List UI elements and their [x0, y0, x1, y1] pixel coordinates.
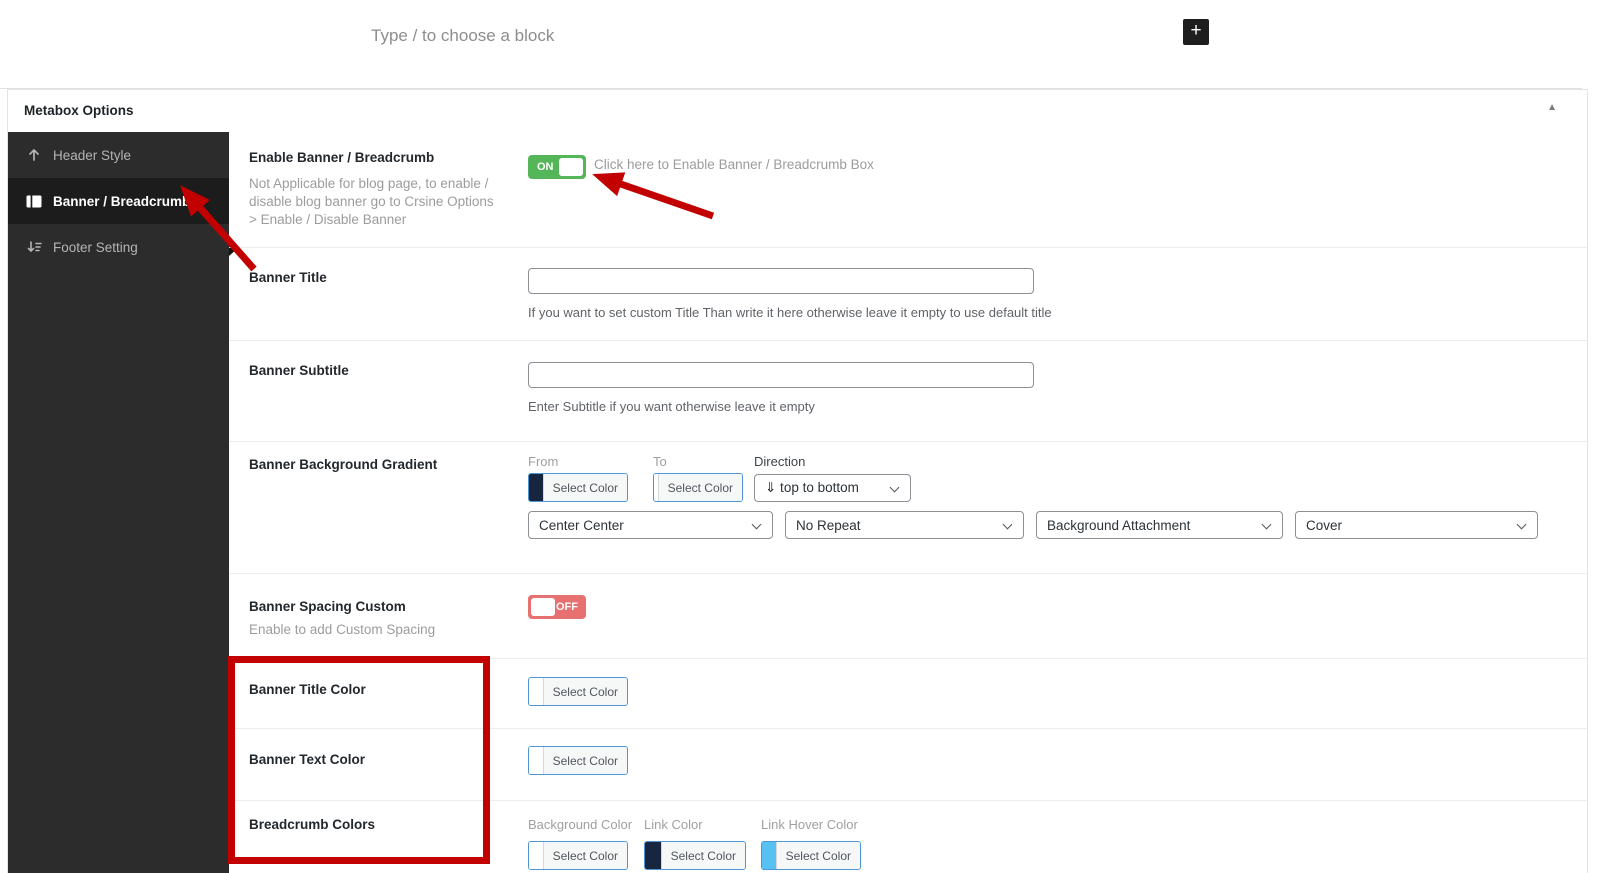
- field-label: Banner Text Color: [249, 752, 366, 767]
- select-color-button[interactable]: Select Color: [658, 474, 742, 501]
- banner-text-color-picker[interactable]: Select Color: [528, 746, 628, 775]
- background-size-select[interactable]: Cover: [1295, 511, 1538, 539]
- select-value: No Repeat: [796, 517, 861, 533]
- plus-icon: +: [1190, 20, 1202, 41]
- gradient-direction-select[interactable]: ⇓ top to bottom: [754, 474, 911, 502]
- toggle-knob: [559, 158, 583, 176]
- chevron-down-icon: [751, 519, 762, 530]
- block-inserter-placeholder[interactable]: Type / to choose a block: [371, 26, 554, 46]
- columns-icon: [26, 194, 42, 208]
- select-color-button[interactable]: Select Color: [543, 678, 627, 705]
- sidebar-item-footer-setting[interactable]: Footer Setting: [8, 224, 229, 270]
- row-banner-title: Banner Title If you want to set custom T…: [229, 247, 1587, 340]
- breadcrumb-background-color-picker[interactable]: Select Color: [528, 841, 628, 870]
- color-swatch: [529, 474, 544, 501]
- row-breadcrumb-colors: Breadcrumb Colors Background Color Link …: [229, 800, 1587, 873]
- select-color-button[interactable]: Select Color: [543, 842, 627, 869]
- field-help: Enter Subtitle if you want otherwise lea…: [528, 399, 815, 414]
- select-color-button[interactable]: Select Color: [543, 474, 627, 501]
- row-banner-subtitle: Banner Subtitle Enter Subtitle if you wa…: [229, 340, 1587, 441]
- chevron-down-icon: [1516, 519, 1527, 530]
- chevron-down-icon: [889, 482, 900, 493]
- chevron-down-icon: [1002, 519, 1013, 530]
- from-label: From: [528, 454, 559, 469]
- row-spacing-custom: Banner Spacing Custom Enable to add Cust…: [229, 573, 1587, 658]
- field-label: Breadcrumb Colors: [249, 817, 376, 832]
- field-label: Banner Background Gradient: [249, 457, 438, 472]
- color-swatch: [762, 842, 777, 869]
- toggle-on-label: ON: [537, 161, 554, 173]
- row-background-gradient: Banner Background Gradient From Select C…: [229, 441, 1587, 573]
- banner-title-input[interactable]: [528, 268, 1034, 294]
- sidebar-item-header-style[interactable]: Header Style: [8, 132, 229, 178]
- spacing-custom-toggle[interactable]: OFF: [528, 595, 586, 619]
- background-color-label: Background Color: [528, 817, 633, 832]
- breadcrumb-link-color-picker[interactable]: Select Color: [644, 841, 746, 870]
- metabox-title: Metabox Options: [24, 103, 134, 118]
- link-hover-color-label: Link Hover Color: [761, 817, 858, 832]
- row-enable-banner: Enable Banner / Breadcrumb Not Applicabl…: [229, 132, 1587, 247]
- select-color-button[interactable]: Select Color: [543, 747, 627, 774]
- background-attachment-select[interactable]: Background Attachment: [1036, 511, 1283, 539]
- sidebar-item-label: Banner / Breadcrumb: [53, 193, 191, 209]
- metabox-header: Metabox Options ▲: [8, 90, 1587, 132]
- background-position-select[interactable]: Center Center: [528, 511, 773, 539]
- field-label: Enable Banner / Breadcrumb: [249, 150, 435, 165]
- field-description: Enable to add Custom Spacing: [249, 622, 436, 637]
- color-swatch: [645, 842, 662, 869]
- row-banner-text-color: Banner Text Color Select Color: [229, 728, 1587, 800]
- select-color-button[interactable]: Select Color: [661, 842, 745, 869]
- metabox-panel: Metabox Options ▲ Header Style Banner / …: [7, 89, 1588, 873]
- enable-banner-toggle[interactable]: ON: [528, 155, 586, 179]
- field-description: Not Applicable for blog page, to enable …: [249, 176, 494, 227]
- select-value: Cover: [1306, 517, 1343, 533]
- add-block-button[interactable]: +: [1183, 19, 1209, 45]
- toggle-off-label: OFF: [556, 601, 578, 613]
- color-swatch: [529, 747, 544, 774]
- toggle-knob: [531, 598, 555, 616]
- color-swatch: [529, 842, 544, 869]
- direction-label: Direction: [754, 454, 806, 469]
- sidebar-item-label: Footer Setting: [53, 239, 138, 255]
- select-value: Background Attachment: [1047, 517, 1191, 533]
- collapse-panel-icon[interactable]: ▲: [1547, 102, 1557, 113]
- field-label: Banner Spacing Custom: [249, 599, 406, 614]
- color-swatch: [529, 678, 544, 705]
- link-color-label: Link Color: [644, 817, 703, 832]
- breadcrumb-link-hover-color-picker[interactable]: Select Color: [761, 841, 861, 870]
- select-value: Center Center: [539, 517, 624, 533]
- gradient-to-color-picker[interactable]: Select Color: [653, 473, 743, 502]
- arrow-up-icon: [26, 148, 42, 162]
- metabox-sidebar: Header Style Banner / Breadcrumb Footer …: [8, 132, 229, 873]
- field-label: Banner Subtitle: [249, 363, 349, 378]
- select-color-button[interactable]: Select Color: [776, 842, 860, 869]
- banner-title-color-picker[interactable]: Select Color: [528, 677, 628, 706]
- row-banner-title-color: Banner Title Color Select Color: [229, 658, 1587, 728]
- sort-down-icon: [26, 240, 42, 254]
- background-repeat-select[interactable]: No Repeat: [785, 511, 1024, 539]
- toggle-hint: Click here to Enable Banner / Breadcrumb…: [594, 157, 874, 172]
- sidebar-item-banner-breadcrumb[interactable]: Banner / Breadcrumb: [8, 178, 229, 224]
- to-label: To: [653, 454, 667, 469]
- banner-subtitle-input[interactable]: [528, 362, 1034, 388]
- sidebar-item-label: Header Style: [53, 147, 132, 163]
- field-label: Banner Title Color: [249, 682, 366, 697]
- select-value: ⇓ top to bottom: [765, 480, 859, 495]
- gradient-from-color-picker[interactable]: Select Color: [528, 473, 628, 502]
- field-help: If you want to set custom Title Than wri…: [528, 305, 1052, 320]
- field-label: Banner Title: [249, 270, 327, 285]
- chevron-down-icon: [1261, 519, 1272, 530]
- metabox-content: Enable Banner / Breadcrumb Not Applicabl…: [229, 132, 1587, 873]
